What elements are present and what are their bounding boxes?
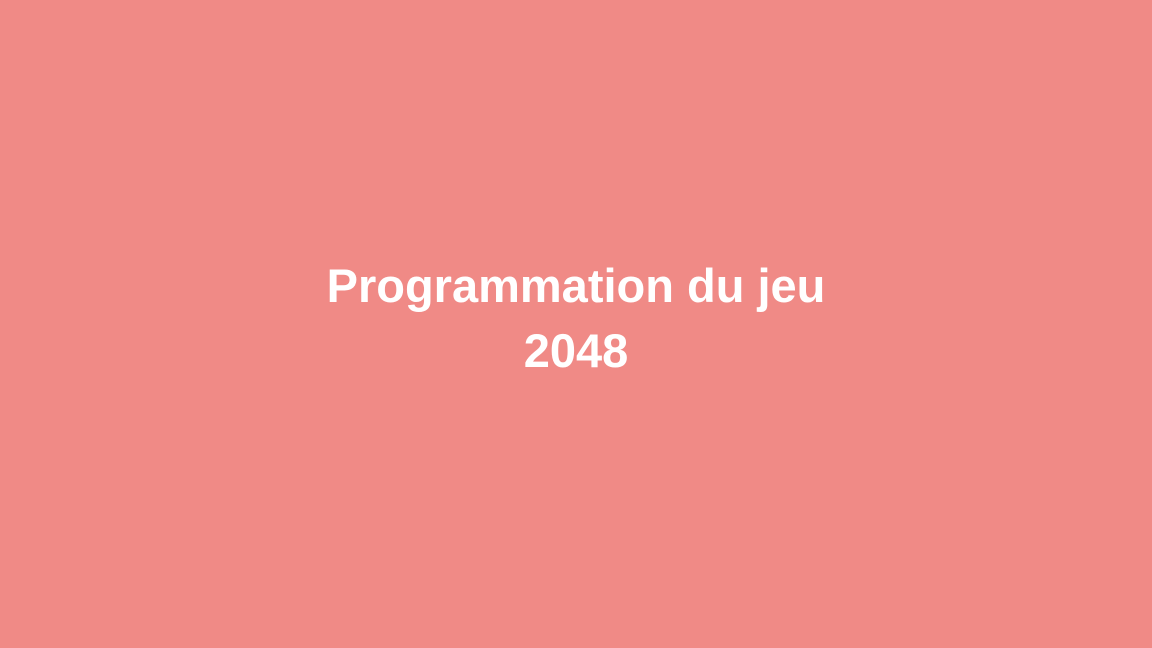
- slide-title-line-1: Programmation du jeu: [326, 259, 826, 312]
- slide-title: Programmation du jeu 2048: [0, 253, 1152, 383]
- title-slide: Programmation du jeu 2048: [0, 0, 1152, 648]
- slide-title-line-2: 2048: [523, 324, 629, 377]
